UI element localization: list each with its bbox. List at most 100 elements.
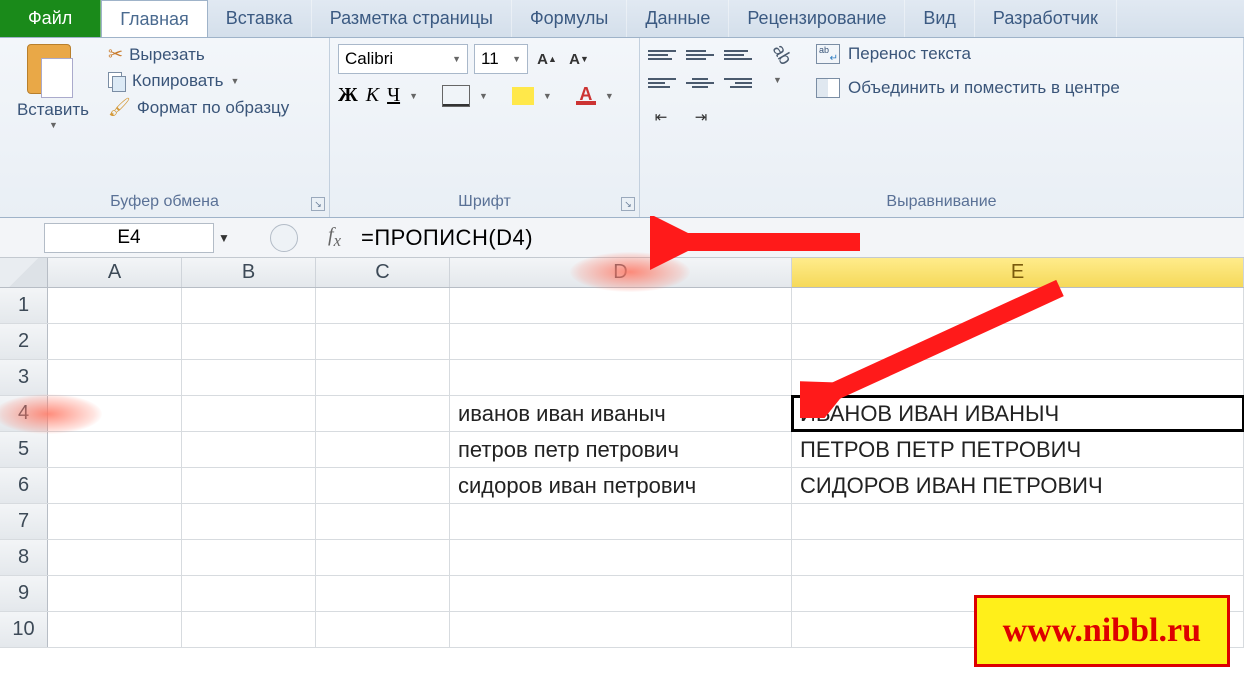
cell-D5[interactable]: петров петр петрович: [450, 432, 792, 467]
merge-center-button[interactable]: Объединить и поместить в центре: [816, 78, 1120, 98]
cell-A5[interactable]: [48, 432, 182, 467]
tab-view[interactable]: Вид: [905, 0, 975, 37]
cell-C7[interactable]: [316, 504, 450, 539]
cell-A7[interactable]: [48, 504, 182, 539]
cell-D4[interactable]: иванов иван иваныч: [450, 396, 792, 431]
align-middle-button[interactable]: [686, 44, 714, 66]
orientation-button[interactable]: ab: [768, 41, 796, 69]
row-header-3[interactable]: 3: [0, 360, 48, 395]
wrap-text-button[interactable]: Перенос текста: [816, 44, 1120, 64]
cell-A8[interactable]: [48, 540, 182, 575]
align-bottom-button[interactable]: [724, 44, 752, 66]
cell-E4[interactable]: ИВАНОВ ИВАН ИВАНЫЧ: [792, 396, 1244, 431]
name-box-dropdown[interactable]: ▼: [214, 231, 234, 245]
cell-D7[interactable]: [450, 504, 792, 539]
align-left-button[interactable]: [648, 72, 676, 94]
column-header-B[interactable]: B: [182, 258, 316, 287]
fill-color-button[interactable]: [512, 87, 534, 105]
tab-home[interactable]: Главная: [101, 0, 208, 37]
tab-insert[interactable]: Вставка: [208, 0, 312, 37]
column-header-E[interactable]: E: [792, 258, 1244, 287]
cell-A3[interactable]: [48, 360, 182, 395]
cell-A2[interactable]: [48, 324, 182, 359]
cell-C2[interactable]: [316, 324, 450, 359]
cell-A9[interactable]: [48, 576, 182, 611]
borders-button[interactable]: [442, 85, 470, 107]
cell-B3[interactable]: [182, 360, 316, 395]
cell-C9[interactable]: [316, 576, 450, 611]
row-header-5[interactable]: 5: [0, 432, 48, 467]
cell-E2[interactable]: [792, 324, 1244, 359]
row-header-1[interactable]: 1: [0, 288, 48, 323]
font-name-select[interactable]: Calibri ▼: [338, 44, 468, 74]
cell-C4[interactable]: [316, 396, 450, 431]
cell-D2[interactable]: [450, 324, 792, 359]
cell-E8[interactable]: [792, 540, 1244, 575]
formula-input[interactable]: =ПРОПИСН(D4): [361, 225, 533, 251]
cell-B10[interactable]: [182, 612, 316, 647]
row-header-8[interactable]: 8: [0, 540, 48, 575]
cell-D8[interactable]: [450, 540, 792, 575]
cell-B7[interactable]: [182, 504, 316, 539]
tab-page-layout[interactable]: Разметка страницы: [312, 0, 512, 37]
cell-B8[interactable]: [182, 540, 316, 575]
row-header-7[interactable]: 7: [0, 504, 48, 539]
cell-C3[interactable]: [316, 360, 450, 395]
cell-D1[interactable]: [450, 288, 792, 323]
cell-C6[interactable]: [316, 468, 450, 503]
cell-B1[interactable]: [182, 288, 316, 323]
bold-button[interactable]: Ж: [338, 84, 358, 107]
row-header-6[interactable]: 6: [0, 468, 48, 503]
cell-B5[interactable]: [182, 432, 316, 467]
column-header-A[interactable]: A: [48, 258, 182, 287]
fx-icon[interactable]: fx: [328, 224, 341, 251]
cell-E7[interactable]: [792, 504, 1244, 539]
column-header-C[interactable]: C: [316, 258, 450, 287]
tab-developer[interactable]: Разработчик: [975, 0, 1117, 37]
underline-button[interactable]: Ч: [387, 84, 400, 107]
cell-D6[interactable]: сидоров иван петрович: [450, 468, 792, 503]
row-header-9[interactable]: 9: [0, 576, 48, 611]
font-size-select[interactable]: 11 ▼: [474, 44, 528, 74]
decrease-indent-button[interactable]: ⇤: [648, 104, 674, 130]
italic-button[interactable]: К: [366, 84, 379, 107]
cell-E1[interactable]: [792, 288, 1244, 323]
tab-data[interactable]: Данные: [627, 0, 729, 37]
cell-B4[interactable]: [182, 396, 316, 431]
font-color-button[interactable]: А: [576, 87, 596, 105]
cell-E5[interactable]: ПЕТРОВ ПЕТР ПЕТРОВИЧ: [792, 432, 1244, 467]
cell-B2[interactable]: [182, 324, 316, 359]
row-header-10[interactable]: 10: [0, 612, 48, 647]
name-box[interactable]: E4: [44, 223, 214, 253]
row-header-2[interactable]: 2: [0, 324, 48, 359]
cell-A10[interactable]: [48, 612, 182, 647]
cell-C10[interactable]: [316, 612, 450, 647]
copy-button[interactable]: Копировать ▼: [108, 71, 289, 91]
paste-button[interactable]: Вставить ▼: [8, 44, 98, 130]
decrease-font-icon[interactable]: A▼: [566, 46, 592, 72]
dialog-launcher-icon[interactable]: ↘: [621, 197, 635, 211]
select-all-corner[interactable]: [0, 258, 48, 287]
cell-D10[interactable]: [450, 612, 792, 647]
cut-button[interactable]: ✂ Вырезать: [108, 44, 289, 65]
cell-A6[interactable]: [48, 468, 182, 503]
cell-C8[interactable]: [316, 540, 450, 575]
increase-indent-button[interactable]: ⇥: [688, 104, 714, 130]
cell-E3[interactable]: [792, 360, 1244, 395]
dialog-launcher-icon[interactable]: ↘: [311, 197, 325, 211]
tab-review[interactable]: Рецензирование: [729, 0, 905, 37]
cell-D9[interactable]: [450, 576, 792, 611]
align-right-button[interactable]: [724, 72, 752, 94]
cell-D3[interactable]: [450, 360, 792, 395]
cancel-formula-button[interactable]: [270, 224, 298, 252]
cell-C5[interactable]: [316, 432, 450, 467]
cell-A4[interactable]: [48, 396, 182, 431]
tab-file[interactable]: Файл: [0, 0, 101, 37]
align-center-button[interactable]: [686, 72, 714, 94]
cell-E6[interactable]: СИДОРОВ ИВАН ПЕТРОВИЧ: [792, 468, 1244, 503]
row-header-4[interactable]: 4: [0, 396, 48, 431]
cell-B9[interactable]: [182, 576, 316, 611]
cell-C1[interactable]: [316, 288, 450, 323]
cell-A1[interactable]: [48, 288, 182, 323]
tab-formulas[interactable]: Формулы: [512, 0, 627, 37]
